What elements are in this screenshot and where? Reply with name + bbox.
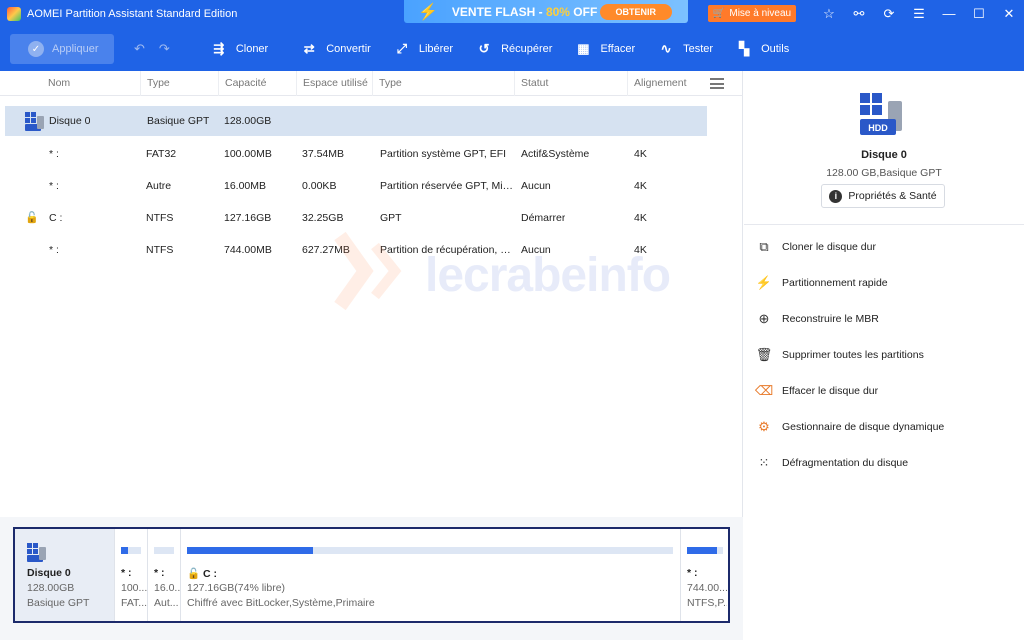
maximize-button[interactable]: ☐ [964, 6, 994, 22]
refresh-icon[interactable]: ⟳ [874, 6, 904, 22]
partition-block[interactable]: * : 744.00... NTFS,P... [680, 529, 728, 621]
quick-partition-icon: ⚡ [755, 275, 773, 290]
tool-test[interactable]: ∿ Tester [657, 40, 713, 58]
redo-icon[interactable]: ↷ [159, 41, 170, 57]
clone-icon: ⇶ [213, 41, 225, 56]
app-logo-icon [7, 6, 21, 21]
disk-name: Disque 0 [861, 149, 907, 161]
usage-bar [187, 547, 673, 554]
recover-icon: ↺ [478, 41, 490, 56]
trash-icon: 🗑 [755, 347, 773, 362]
clone-disk-icon: ⧉ [759, 239, 769, 254]
toolbar: ✓ Appliquer ↶ ↷ ⇶ Cloner ⇄ Convertir ⤢ L… [0, 27, 1024, 71]
share-icon[interactable]: ⚯ [844, 6, 874, 22]
action-delete-all[interactable]: 🗑 Supprimer toutes les partitions [756, 345, 924, 365]
close-button[interactable]: ✕ [994, 6, 1024, 22]
usage-fill [121, 547, 129, 554]
column-status[interactable]: Statut [514, 71, 627, 96]
usage-fill [187, 547, 314, 554]
tool-clone[interactable]: ⇶ Cloner [210, 40, 268, 58]
partition-table: Nom Type Capacité Espace utilisé Type St… [0, 71, 743, 517]
action-rebuild-mbr[interactable]: ⊕ Reconstruire le MBR [756, 309, 879, 329]
eraser-icon: ⌫ [754, 383, 774, 398]
undo-icon[interactable]: ↶ [134, 41, 145, 57]
tool-free-up[interactable]: ⤢ Libérer [393, 40, 453, 58]
defrag-icon: ⁙ [758, 455, 770, 470]
promo-banner[interactable]: ⚡ VENTE FLASH - 80% OFF OBTENIR [404, 0, 688, 23]
action-wipe-disk[interactable]: ⌫ Effacer le disque dur [754, 381, 878, 401]
tool-convert[interactable]: ⇄ Convertir [300, 40, 371, 58]
action-defrag[interactable]: ⁙ Défragmentation du disque [756, 453, 909, 473]
unlock-icon: 🔓 [187, 568, 201, 580]
lightning-icon: ⚡ [418, 3, 438, 21]
table-row[interactable]: Disque 0 Basique GPT 128.00GB [5, 106, 707, 136]
hdd-icon [25, 112, 44, 131]
action-quick-partition[interactable]: ⚡ Partitionnement rapide [756, 273, 888, 293]
table-row[interactable]: 🔓 C : NTFS 127.16GB 32.25GB GPT Démarrer… [5, 203, 707, 233]
title-bar: AOMEI Partition Assistant Standard Editi… [0, 0, 1024, 27]
app-title: AOMEI Partition Assistant Standard Editi… [27, 7, 238, 20]
table-row[interactable]: * : FAT32 100.00MB 37.54MB Partition sys… [5, 139, 707, 169]
test-icon: ∿ [660, 41, 672, 56]
disk-summary: 128.00 GB,Basique GPT [826, 167, 942, 179]
divider [744, 224, 1024, 225]
star-icon[interactable]: ☆ [814, 6, 844, 22]
table-row[interactable]: * : Autre 16.00MB 0.00KB Partition réser… [5, 171, 707, 201]
column-capacity[interactable]: Capacité [218, 71, 296, 96]
properties-health-button[interactable]: i Propriétés & Santé [821, 184, 945, 208]
usage-bar [154, 547, 174, 554]
hdd-icon [27, 543, 46, 562]
column-name[interactable]: Nom [42, 71, 140, 96]
minimize-button[interactable]: — [934, 6, 964, 21]
upgrade-button[interactable]: 🛒 Mise à niveau [708, 5, 796, 22]
info-icon: i [829, 189, 843, 203]
check-icon: ✓ [28, 41, 44, 57]
tool-tools[interactable]: ▚ Outils [735, 40, 789, 58]
free-up-icon: ⤢ [396, 41, 408, 56]
tool-recover[interactable]: ↺ Récupérer [475, 40, 553, 58]
partition-block[interactable]: * : 16.0... Aut... [147, 529, 180, 621]
disk-map[interactable]: Disque 0 128.00GB Basique GPT * : 100...… [13, 527, 730, 623]
hdd-large-icon: HDD [860, 93, 902, 135]
column-settings-icon[interactable] [710, 78, 724, 89]
rebuild-mbr-icon: ⊕ [758, 311, 770, 326]
usage-bar [121, 547, 141, 554]
unlock-icon: 🔓 [25, 212, 39, 224]
column-fs-type[interactable]: Type [372, 71, 514, 96]
cart-icon: 🛒 [712, 8, 726, 19]
table-row[interactable]: * : NTFS 744.00MB 627.27MB Partition de … [5, 235, 707, 265]
menu-icon[interactable]: ☰ [904, 6, 934, 22]
partition-c-label: 🔓 C : [187, 568, 217, 580]
promo-get-button[interactable]: OBTENIR [599, 3, 672, 20]
column-alignment[interactable]: Alignement [627, 71, 703, 96]
usage-bar [687, 547, 723, 554]
tools-icon: ▚ [739, 41, 750, 56]
promo-text: VENTE FLASH - 80% OFF [451, 4, 598, 19]
disk-map-label[interactable]: Disque 0 128.00GB Basique GPT [15, 529, 114, 621]
disk-details-panel: HDD Disque 0 128.00 GB,Basique GPT i Pro… [744, 71, 1024, 640]
usage-fill [687, 547, 718, 554]
dynamic-disk-icon: ⚙ [758, 419, 770, 434]
action-clone-disk[interactable]: ⧉ Cloner le disque dur [756, 237, 876, 257]
table-header: Nom Type Capacité Espace utilisé Type St… [0, 71, 743, 96]
partition-block[interactable]: * : 100.... FAT... [114, 529, 147, 621]
partition-block-c[interactable]: 🔓 C : 127.16GB(74% libre) Chiffré avec B… [180, 529, 680, 621]
disk-map-area: Disque 0 128.00GB Basique GPT * : 100...… [0, 517, 743, 640]
tool-wipe[interactable]: ▦ Effacer [574, 40, 635, 58]
action-dynamic-disk[interactable]: ⚙ Gestionnaire de disque dynamique [756, 417, 944, 437]
column-type[interactable]: Type [140, 71, 218, 96]
convert-icon: ⇄ [303, 41, 315, 56]
wipe-icon: ▦ [577, 41, 590, 56]
svg-text:HDD: HDD [868, 123, 888, 133]
column-used[interactable]: Espace utilisé [296, 71, 372, 96]
apply-button[interactable]: ✓ Appliquer [10, 34, 114, 64]
